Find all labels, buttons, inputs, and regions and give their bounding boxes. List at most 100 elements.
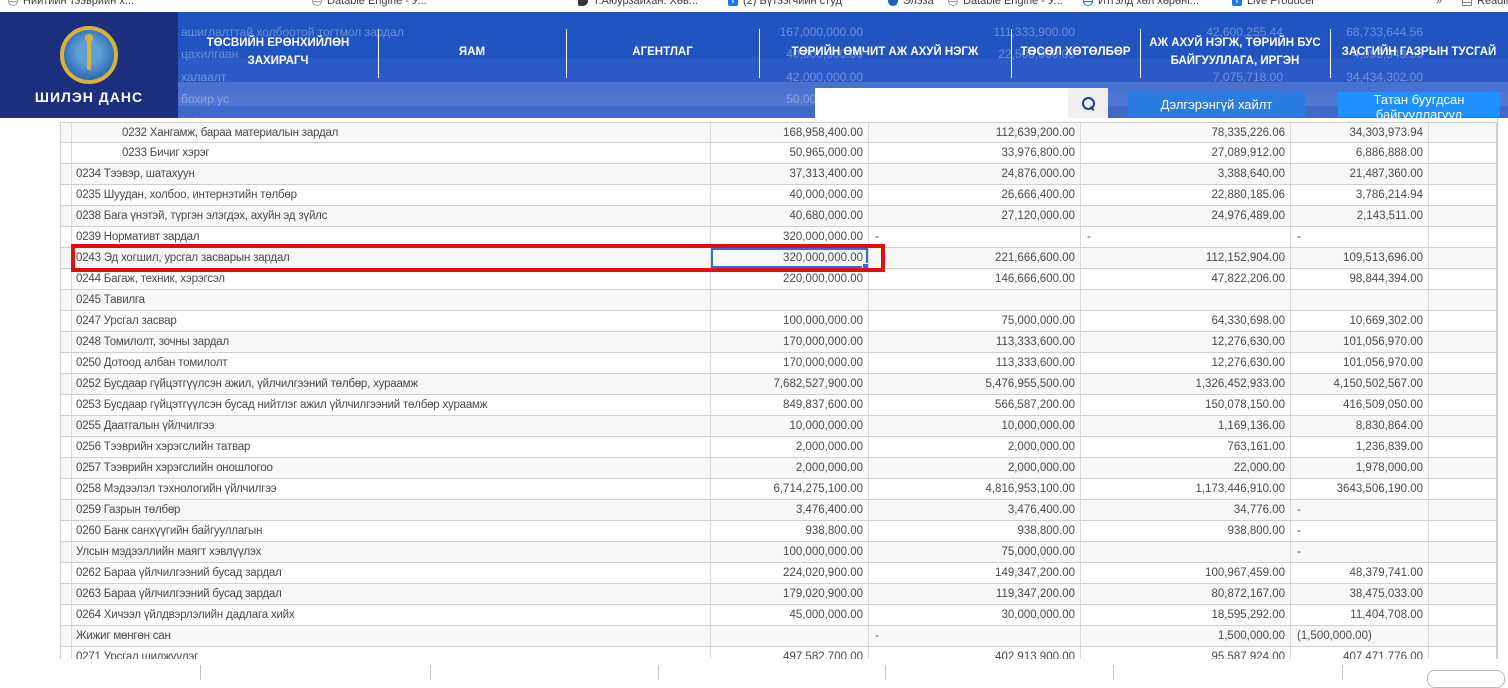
row-gutter-cell <box>60 164 71 184</box>
bookmark-item[interactable]: Datable Engine - У... <box>948 0 1063 7</box>
scrollbar-gutter[interactable] <box>1497 118 1508 659</box>
row-empty-cell <box>1428 164 1497 184</box>
row-amount-col4: 21,487,360.00 <box>1290 164 1428 184</box>
row-amount-total[interactable]: 3,476,400.00 <box>710 500 868 520</box>
row-amount-total[interactable]: 50,965,000.00 <box>710 143 868 163</box>
row-amount-total[interactable]: 40,000,000.00 <box>710 185 868 205</box>
row-gutter-cell <box>60 584 71 604</box>
table-row[interactable]: 0243 Эд хогшил, урсгал засварын зардал 3… <box>60 248 1497 269</box>
nav-item[interactable]: АГЕНТЛАГ <box>566 12 759 93</box>
bookmark-item[interactable]: Т.Аюурзайхан: Хөв... <box>578 0 698 7</box>
table-row[interactable]: 0253 Бусдаар гүйцэтгүүлсэн бусад нийтлэг… <box>60 395 1497 416</box>
table-row[interactable]: 0255 Даатгалын үйлчилгээ 10,000,000.00 1… <box>60 416 1497 437</box>
row-amount-total[interactable]: 938,800.00 <box>710 521 868 541</box>
row-amount-total[interactable]: 37,313,400.00 <box>710 164 868 184</box>
row-amount-total[interactable] <box>710 626 868 646</box>
row-amount-col3: 1,500,000.00 <box>1080 626 1290 646</box>
row-amount-total[interactable]: 179,020,900.00 <box>710 584 868 604</box>
search-button[interactable] <box>1068 88 1108 118</box>
row-amount-col4: - <box>1290 227 1428 247</box>
row-label: 0258 Мэдээлэл тэхнологийн үйлчилгээ <box>71 479 710 499</box>
table-row[interactable]: 0260 Банк санхүүгийн байгууллагын 938,80… <box>60 521 1497 542</box>
table-row[interactable]: 0259 Газрын төлбөр 3,476,400.00 3,476,40… <box>60 500 1497 521</box>
row-label: Жижиг мөнгөн сан <box>71 626 710 646</box>
row-amount-total[interactable]: 170,000,000.00 <box>710 332 868 352</box>
row-amount-col2: - <box>868 626 1080 646</box>
nav-item[interactable]: ЯАМ <box>378 12 566 93</box>
bookmark-item[interactable]: Reading <box>1462 0 1508 7</box>
row-amount-col4: 11,404,708.00 <box>1290 605 1428 625</box>
bookmark-item[interactable]: Datable Engine - У... <box>312 0 427 7</box>
row-amount-total[interactable]: 2,000,000.00 <box>710 437 868 457</box>
row-amount-total[interactable]: 2,000,000.00 <box>710 458 868 478</box>
dissolved-orgs-button[interactable]: Татан буугдсан байгууллагууд <box>1338 92 1500 117</box>
nav-item[interactable]: ТӨСӨЛ ХӨТӨЛБӨР <box>1011 12 1140 93</box>
row-amount-col2: 5,476,955,500.00 <box>868 374 1080 394</box>
nav-item[interactable]: АЖ АХУЙ НЭГЖ, ТӨРИЙН БУС БАЙГУУЛЛАГА, ИР… <box>1140 12 1330 93</box>
pin-icon <box>578 0 588 6</box>
table-row[interactable]: 0235 Шуудан, холбоо, интернэтийн төлбөр … <box>60 185 1497 206</box>
bookmark-item[interactable]: Нийтийн тээврийн х... <box>8 0 134 7</box>
table-row[interactable]: 0263 Бараа үйлчилгээний бусад зардал 179… <box>60 584 1497 605</box>
table-row[interactable]: 0258 Мэдээлэл тэхнологийн үйлчилгээ 6,71… <box>60 479 1497 500</box>
row-empty-cell <box>1428 542 1497 562</box>
table-row[interactable]: Жижиг мөнгөн сан - 1,500,000.00 (1,500,0… <box>60 626 1497 647</box>
search-input[interactable] <box>815 88 1068 118</box>
mongolia-emblem-logo <box>60 26 118 84</box>
nav-item[interactable]: ЗАСГИЙН ГАЗРЫН ТУСГАЙ <box>1330 12 1508 93</box>
bottom-strip <box>0 659 1508 680</box>
row-amount-total[interactable]: 6,714,275,100.00 <box>710 479 868 499</box>
row-amount-total[interactable]: 170,000,000.00 <box>710 353 868 373</box>
bookmark-item[interactable]: fLive Producer <box>1232 0 1315 7</box>
nav-item[interactable]: ТӨРИЙН ӨМЧИТ АЖ АХУЙ НЭГЖ <box>759 12 1011 93</box>
footer-divider <box>658 665 659 680</box>
row-amount-total[interactable]: 7,682,527,900.00 <box>710 374 868 394</box>
table-row[interactable]: 0238 Бага үнэтэй, түргэн элэгдэх, ахуйн … <box>60 206 1497 227</box>
row-label: 0239 Нормативт зардал <box>71 227 710 247</box>
table-row[interactable]: 0247 Урсгал засвар 100,000,000.00 75,000… <box>60 311 1497 332</box>
table-row[interactable]: 0232 Хангамж, бараа материалын зардал 16… <box>60 122 1497 143</box>
nav-item[interactable]: ТӨСВИЙН ЕРӨНХИЙЛӨН ЗАХИРАГЧ <box>178 12 378 93</box>
table-row[interactable]: 0233 Бичиг хэрэг 50,965,000.00 33,976,80… <box>60 143 1497 164</box>
table-row[interactable]: 0252 Бусдаар гүйцэтгүүлсэн ажил, үйлчилг… <box>60 374 1497 395</box>
bookmark-item[interactable]: f(2) Бүтээгчийн студ <box>728 0 842 7</box>
table-row[interactable]: Улсын мэдээллийн маягт хэвлүүлэх 100,000… <box>60 542 1497 563</box>
row-amount-total[interactable]: 10,000,000.00 <box>710 416 868 436</box>
row-amount-total[interactable]: 320,000,000.00 <box>710 248 868 268</box>
table-row[interactable]: 0239 Нормативт зардал 320,000,000.00 - -… <box>60 227 1497 248</box>
row-amount-total[interactable]: 40,680,000.00 <box>710 206 868 226</box>
reading-icon <box>1462 0 1472 6</box>
row-empty-cell <box>1428 584 1497 604</box>
row-amount-total[interactable]: 45,000,000.00 <box>710 605 868 625</box>
table-row[interactable]: 0244 Багаж, техник, хэрэгсэл 220,000,000… <box>60 269 1497 290</box>
row-amount-total[interactable]: 849,837,600.00 <box>710 395 868 415</box>
table-row[interactable]: 0248 Томилолт, зочны зардал 170,000,000.… <box>60 332 1497 353</box>
row-amount-total[interactable]: 100,000,000.00 <box>710 311 868 331</box>
table-row[interactable]: 0256 Тээврийн хэрэгслийн татвар 2,000,00… <box>60 437 1497 458</box>
row-amount-total[interactable]: 320,000,000.00 <box>710 227 868 247</box>
bookmark-item[interactable]: Элэза <box>888 0 934 7</box>
detail-search-button[interactable]: Дэлгэрэнгүй хайлт <box>1128 92 1305 117</box>
bookmarks-overflow-icon[interactable]: » <box>1436 0 1442 7</box>
table-row[interactable]: 0245 Тавилга <box>60 290 1497 311</box>
table-row[interactable]: 0234 Тээвэр, шатахуун 37,313,400.00 24,8… <box>60 164 1497 185</box>
row-amount-total[interactable]: 224,020,900.00 <box>710 563 868 583</box>
row-amount-total[interactable]: 100,000,000.00 <box>710 542 868 562</box>
bookmark-item[interactable]: Итгэлд хөл хөрөнг... <box>1083 0 1199 7</box>
table-row[interactable]: 0262 Бараа үйлчилгээний бусад зардал 224… <box>60 563 1497 584</box>
brand-block[interactable]: ШИЛЭН ДАНС <box>0 12 178 118</box>
row-amount-col4: 8,830,864.00 <box>1290 416 1428 436</box>
row-amount-col2: 75,000,000.00 <box>868 311 1080 331</box>
table-row[interactable]: 0250 Дотоод албан томилолт 170,000,000.0… <box>60 353 1497 374</box>
row-amount-col2: 2,000,000.00 <box>868 458 1080 478</box>
row-amount-col3: 100,967,459.00 <box>1080 563 1290 583</box>
row-gutter-cell <box>60 479 71 499</box>
row-amount-total[interactable]: 220,000,000.00 <box>710 269 868 289</box>
row-amount-total[interactable]: 168,958,400.00 <box>710 123 868 142</box>
row-amount-total[interactable] <box>710 290 868 310</box>
table-row[interactable]: 0257 Тээврийн хэрэгслийн оношлогоо 2,000… <box>60 458 1497 479</box>
site-header: ашиглалттай холбоотой тогтмол зардал167,… <box>0 12 1508 118</box>
bottom-rounded-control[interactable] <box>1427 670 1505 688</box>
row-amount-col4: 101,056,970.00 <box>1290 353 1428 373</box>
table-row[interactable]: 0264 Хичээл үйлдвэрлэлийн дадлага хийх 4… <box>60 605 1497 626</box>
